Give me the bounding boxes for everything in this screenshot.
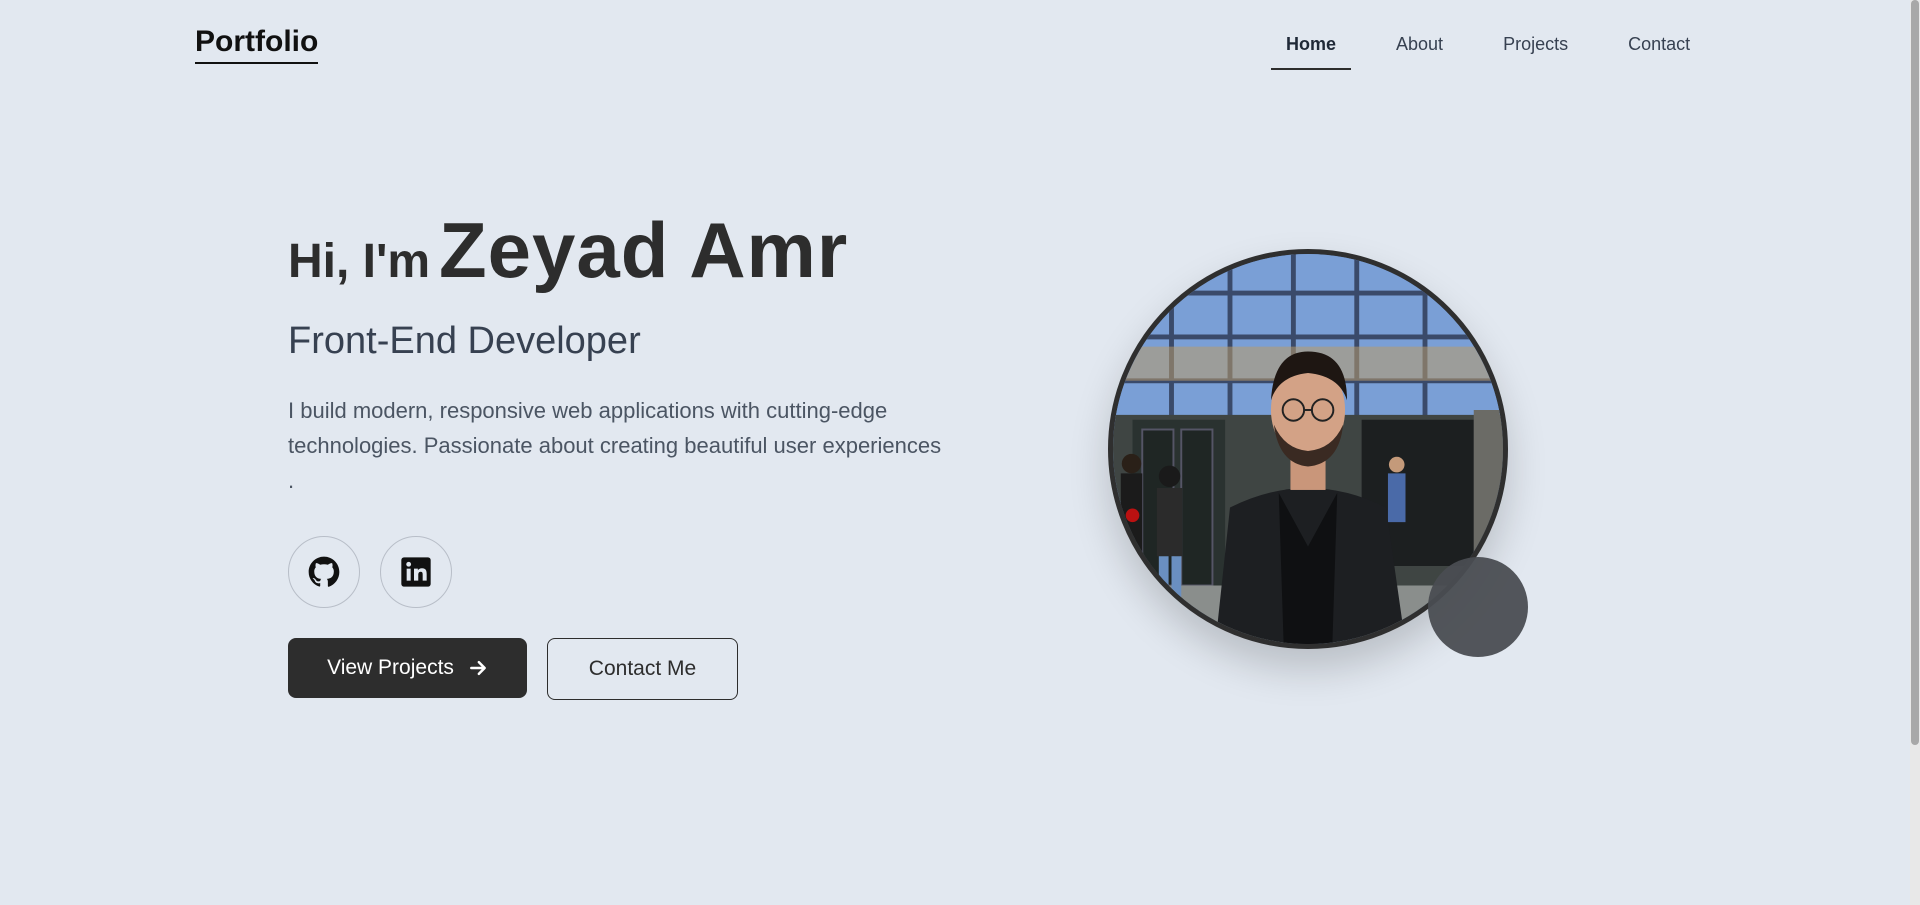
decorative-circle <box>1428 557 1528 657</box>
navbar: Portfolio Home About Projects Contact <box>0 0 1910 90</box>
hero-name: Zeyad Amr <box>439 206 849 294</box>
hero-description: I build modern, responsive web applicati… <box>288 398 942 493</box>
scrollbar-thumb[interactable] <box>1911 0 1919 745</box>
hero-section: Hi, I'm Zeyad Amr Front-End Developer I … <box>288 205 968 700</box>
cta-buttons: View Projects Contact Me <box>288 638 968 700</box>
view-projects-label: View Projects <box>327 656 454 679</box>
hero-heading: Hi, I'm Zeyad Amr <box>288 205 968 311</box>
github-icon <box>308 556 340 587</box>
social-links <box>288 536 968 608</box>
greeting-prefix: Hi, I'm <box>288 235 431 288</box>
logo[interactable]: Portfolio <box>195 24 319 64</box>
hero-role: Front-End Developer <box>288 320 641 362</box>
view-projects-button[interactable]: View Projects <box>288 638 527 698</box>
nav-link-home[interactable]: Home <box>1271 28 1352 70</box>
contact-me-button[interactable]: Contact Me <box>547 638 738 700</box>
linkedin-icon <box>401 557 431 587</box>
linkedin-link[interactable] <box>380 536 452 608</box>
arrow-right-icon <box>470 660 486 676</box>
nav-link-projects[interactable]: Projects <box>1488 28 1583 70</box>
github-link[interactable] <box>288 536 360 608</box>
nav-link-contact[interactable]: Contact <box>1613 28 1705 70</box>
nav-links: Home About Projects Contact <box>1271 28 1705 70</box>
scrollbar[interactable] <box>1910 0 1920 905</box>
nav-link-about[interactable]: About <box>1381 28 1458 70</box>
